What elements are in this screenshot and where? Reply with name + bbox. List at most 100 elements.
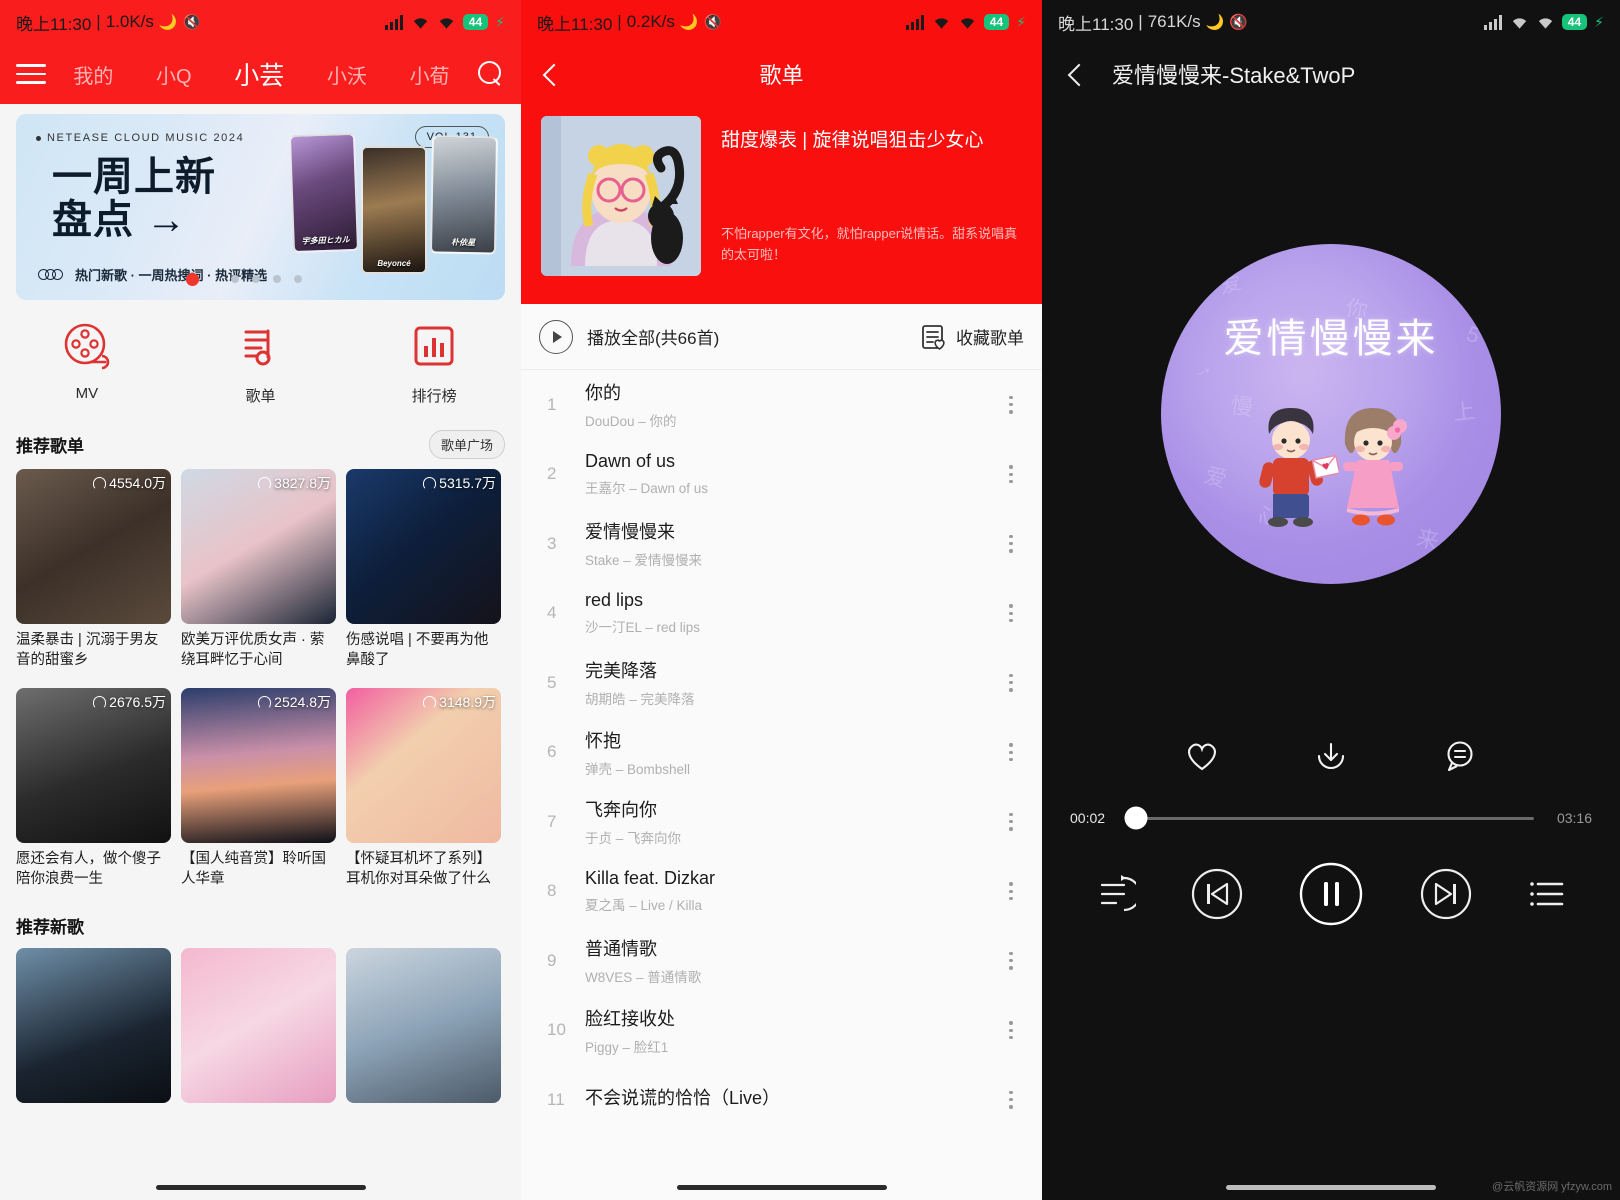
- queue-list-icon[interactable]: [1526, 873, 1568, 915]
- playlist-card[interactable]: 2524.8万 【国人纯音赏】聆听国人华章: [181, 688, 336, 889]
- song-more-icon[interactable]: [998, 673, 1024, 692]
- song-row[interactable]: 5 完美降落 胡期皓 – 完美降落: [521, 648, 1042, 718]
- song-more-icon[interactable]: [998, 1090, 1024, 1109]
- tab-xiaowo[interactable]: 小沃: [327, 60, 367, 89]
- tab-xiaoq[interactable]: 小Q: [156, 60, 192, 89]
- progress-slider[interactable]: [1124, 806, 1534, 830]
- album-art-disc[interactable]: 爱 你 → 慢 上 爱 心 来 5 爱情慢慢来: [1161, 244, 1501, 584]
- gesture-bar-home[interactable]: [155, 1185, 366, 1190]
- comment-icon[interactable]: [1443, 739, 1477, 773]
- song-row[interactable]: 2 Dawn of us 王嘉尔 – Dawn of us: [521, 440, 1042, 510]
- category-mv[interactable]: MV: [0, 322, 174, 406]
- playlist-cover-image[interactable]: [541, 116, 701, 276]
- category-ranking[interactable]: 排行榜: [347, 322, 521, 406]
- playlist-card[interactable]: 3827.8万 欧美万评优质女声 · 萦绕耳畔忆于心间: [181, 469, 336, 670]
- category-mv-label: MV: [75, 385, 99, 402]
- status-bar-player: 晚上11:30 | 761K/s 🌙 🔇 44 ⚡: [1042, 0, 1620, 44]
- play-count: 5315.7万: [423, 473, 496, 493]
- tab-xiaoxun[interactable]: 小荀: [410, 60, 450, 89]
- watermark: @云帆资源网 yfzyw.com: [1492, 1181, 1612, 1193]
- song-row[interactable]: 10 脸红接收处 Piggy – 脸红1: [521, 996, 1042, 1066]
- artist-card-2: Beyoncé: [361, 146, 427, 274]
- song-row[interactable]: 1 你的 DouDou – 你的: [521, 370, 1042, 440]
- song-card[interactable]: [16, 948, 171, 1104]
- song-row[interactable]: 9 普通情歌 W8VES – 普通情歌: [521, 926, 1042, 996]
- charging-bolt-icon: ⚡: [1594, 13, 1604, 30]
- gesture-bar-playlist[interactable]: [676, 1185, 887, 1190]
- player-action-row: [1042, 724, 1620, 788]
- song-more-icon[interactable]: [998, 534, 1024, 553]
- playlist-description: 不怕rapper有文化，就怕rapper说情话。甜系说唱真的太可啦！: [721, 226, 1018, 263]
- playlist-card[interactable]: 5315.7万 伤感说唱 | 不要再为他鼻酸了: [346, 469, 501, 670]
- playlist-cover: 2524.8万: [181, 688, 336, 844]
- current-time: 00:02: [1070, 810, 1106, 826]
- song-row[interactable]: 4 red lips 沙一汀EL – red lips: [521, 579, 1042, 649]
- heart-icon[interactable]: [1185, 740, 1219, 772]
- song-index: 6: [547, 742, 557, 762]
- playlist-grid-row-2: 2676.5万 愿还会有人，做个傻子陪你浪费一生 2524.8万 【国人纯音赏】…: [0, 688, 521, 889]
- pause-icon[interactable]: [1297, 860, 1365, 928]
- song-meta: red lips 沙一汀EL – red lips: [585, 590, 998, 636]
- playlist-cover: 2676.5万: [16, 688, 171, 844]
- song-title: red lips: [585, 590, 644, 611]
- song-row[interactable]: 3 爱情慢慢来 Stake – 爱情慢慢来: [521, 509, 1042, 579]
- song-index: 5: [547, 672, 557, 692]
- back-arrow-icon[interactable]: [1064, 61, 1090, 87]
- song-meta: Dawn of us 王嘉尔 – Dawn of us: [585, 451, 998, 497]
- song-row[interactable]: 11 不会说谎的恰恰（Live）: [521, 1065, 1042, 1135]
- playlist-card[interactable]: 3148.9万 【怀疑耳机坏了系列】耳机你对耳朵做了什么: [346, 688, 501, 889]
- song-more-icon[interactable]: [998, 395, 1024, 414]
- playlist-page-title: 歌单: [759, 63, 804, 88]
- tab-xiaoyun[interactable]: 小芸: [234, 56, 284, 92]
- song-row[interactable]: 7 飞奔向你 于贞 – 飞奔向你: [521, 787, 1042, 857]
- artist-card-1: 宇多田ヒカル: [288, 132, 360, 254]
- playlist-note-icon: [244, 329, 270, 366]
- song-more-icon[interactable]: [998, 465, 1024, 484]
- playlist-square-button[interactable]: 歌单广场: [428, 430, 505, 459]
- song-more-icon[interactable]: [998, 812, 1024, 831]
- category-playlist[interactable]: 歌单: [174, 322, 348, 406]
- play-count: 2676.5万: [93, 692, 166, 712]
- search-icon[interactable]: [477, 60, 505, 88]
- download-icon[interactable]: [1314, 739, 1348, 773]
- song-row[interactable]: 8 Killa feat. Dizkar 夏之禹 – Live / Killa: [521, 857, 1042, 927]
- tab-wode[interactable]: 我的: [73, 60, 113, 89]
- mute-icon: 🔇: [1229, 14, 1249, 31]
- collect-playlist-button[interactable]: 收藏歌单: [920, 323, 1024, 351]
- previous-icon[interactable]: [1190, 867, 1244, 921]
- playlist-cover: 5315.7万: [346, 469, 501, 624]
- song-meta: 不会说谎的恰恰（Live）: [585, 1084, 998, 1115]
- sailor-moon-artwork: [541, 116, 701, 276]
- song-more-icon[interactable]: [998, 743, 1024, 762]
- next-icon[interactable]: [1419, 867, 1473, 921]
- playlist-card[interactable]: 4554.0万 温柔暴击 | 沉溺于男友音的甜蜜乡: [16, 469, 171, 670]
- status-left: 晚上11:30 | 0.2K/s 🌙 🔇: [537, 10, 722, 35]
- song-meta: 爱情慢慢来 Stake – 爱情慢慢来: [585, 518, 998, 569]
- playlist-cover: 3827.8万: [181, 469, 336, 624]
- player-controls-row: [1042, 826, 1620, 928]
- signal-bars-icon: [1483, 14, 1502, 30]
- do-not-disturb-icon: 🌙: [1205, 14, 1225, 31]
- song-card[interactable]: [346, 948, 501, 1104]
- player-progress-row: 00:02 03:16: [1042, 788, 1620, 830]
- playlist-loop-icon[interactable]: [1094, 873, 1136, 915]
- hamburger-icon[interactable]: [16, 64, 46, 84]
- play-count-value: 4554.0万: [109, 475, 166, 491]
- song-more-icon[interactable]: [998, 604, 1024, 623]
- play-all-button[interactable]: 播放全部(共66首): [539, 319, 719, 354]
- song-row[interactable]: 6 怀抱 弹壳 – Bombshell: [521, 718, 1042, 788]
- home-banner[interactable]: NETEASE CLOUD MUSIC 2024 VOL.131 一周上新 盘点…: [16, 114, 505, 300]
- song-card[interactable]: [181, 948, 336, 1104]
- play-count: 4554.0万: [93, 473, 166, 493]
- song-more-icon[interactable]: [998, 882, 1024, 901]
- status-separator: |: [617, 12, 622, 31]
- banner-live-dot-icon: [186, 273, 199, 286]
- song-more-icon[interactable]: [998, 1021, 1024, 1040]
- home-tabs: 我的 小Q 小芸 小沃 小荀: [46, 56, 477, 92]
- gesture-bar-player[interactable]: [1226, 1185, 1436, 1190]
- song-artist: 夏之禹 – Live / Killa: [585, 898, 703, 914]
- song-more-icon[interactable]: [998, 951, 1024, 970]
- progress-knob[interactable]: [1124, 806, 1148, 830]
- playlist-card[interactable]: 2676.5万 愿还会有人，做个傻子陪你浪费一生: [16, 688, 171, 889]
- album-art-container: 爱 你 → 慢 上 爱 心 来 5 爱情慢慢来: [1042, 104, 1620, 724]
